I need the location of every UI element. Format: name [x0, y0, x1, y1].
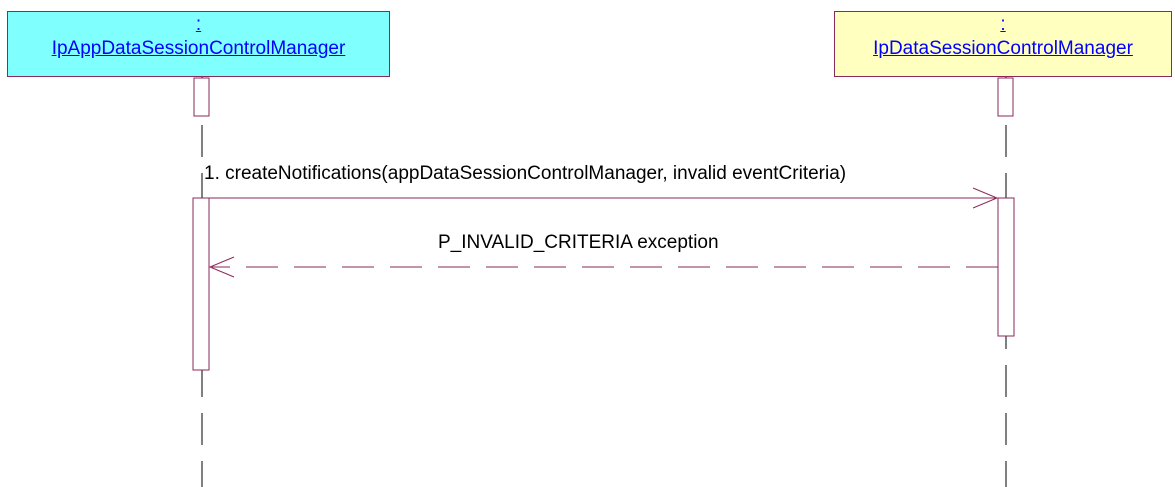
message-return-label: P_INVALID_CRITERIA exception — [438, 232, 719, 253]
participant-left: : IpAppDataSessionControlManager — [7, 11, 390, 77]
participant-right: : IpDataSessionControlManager — [834, 11, 1172, 77]
activation-right — [997, 197, 1015, 337]
sequence-diagram: 1. createNotifications(appDataSessionCon… — [0, 0, 1175, 487]
participant-right-prefix: : — [1000, 14, 1006, 35]
participant-right-name: IpDataSessionControlManager — [873, 38, 1133, 59]
activation-right-initial — [997, 77, 1014, 117]
message-call-label: 1. createNotifications(appDataSessionCon… — [204, 163, 846, 184]
participant-left-prefix: : — [195, 14, 202, 35]
participant-left-name: IpAppDataSessionControlManager — [51, 38, 346, 59]
activation-left-initial — [193, 77, 210, 117]
activation-left — [192, 197, 210, 371]
